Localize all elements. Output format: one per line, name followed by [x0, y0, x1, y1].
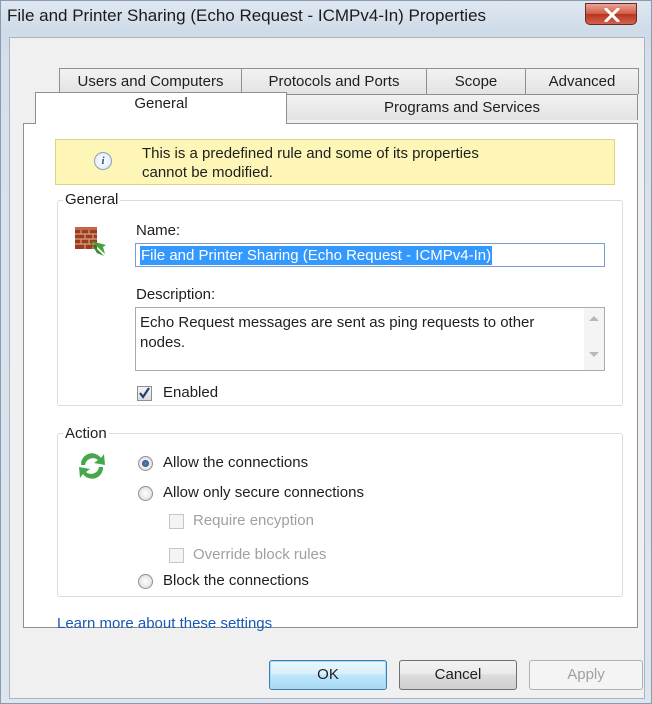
properties-dialog: File and Printer Sharing (Echo Request -…	[0, 0, 652, 704]
block-connections-radio[interactable]	[138, 574, 153, 589]
tab-label: Users and Computers	[77, 73, 224, 90]
description-scrollbar[interactable]	[584, 308, 604, 370]
firewall-icon	[75, 227, 106, 256]
allow-connections-radio[interactable]	[138, 456, 153, 471]
tab-label: General	[134, 95, 188, 112]
action-group-label: Action	[63, 425, 109, 442]
infobar-line-1: This is a predefined rule and some of it…	[142, 145, 479, 162]
tab-advanced[interactable]: Advanced	[525, 68, 639, 94]
allow-connections-label: Allow the connections	[163, 454, 309, 471]
predefined-rule-infobar: i This is a predefined rule and some of …	[55, 139, 615, 185]
description-line-1: Echo Request messages are sent as ping r…	[140, 314, 535, 331]
learn-more-link[interactable]: Learn more about these settings	[57, 615, 272, 632]
tab-label: Scope	[454, 73, 498, 90]
tab-users-and-computers[interactable]: Users and Computers	[59, 68, 242, 94]
override-block-rules-label: Override block rules	[193, 546, 327, 563]
infobar-line-2: cannot be modified.	[142, 164, 273, 181]
tab-label: Advanced	[548, 73, 616, 90]
infobar-text: This is a predefined rule and some of it…	[142, 144, 602, 182]
checkmark-icon	[139, 387, 150, 399]
tab-label: Programs and Services	[384, 99, 540, 116]
general-group-label: General	[63, 191, 121, 208]
tab-programs-and-services[interactable]: Programs and Services	[286, 94, 638, 120]
ok-button[interactable]: OK	[269, 660, 387, 690]
radio-selected-dot	[142, 460, 149, 467]
title-bar[interactable]: File and Printer Sharing (Echo Request -…	[1, 1, 652, 37]
name-field[interactable]: File and Printer Sharing (Echo Request -…	[135, 243, 605, 267]
name-field-value: File and Printer Sharing (Echo Request -…	[140, 246, 493, 265]
description-text: Echo Request messages are sent as ping r…	[140, 313, 570, 353]
close-icon	[604, 8, 620, 22]
cancel-button[interactable]: Cancel	[399, 660, 517, 690]
block-connections-label: Block the connections	[163, 572, 309, 589]
close-button[interactable]	[585, 3, 637, 25]
info-icon: i	[94, 152, 112, 170]
tab-label: Protocols and Ports	[268, 73, 400, 90]
enabled-checkbox[interactable]	[137, 386, 152, 401]
action-refresh-icon	[79, 453, 105, 479]
apply-button[interactable]: Apply	[529, 660, 643, 690]
window-title: File and Printer Sharing (Echo Request -…	[7, 6, 487, 25]
tab-protocols-and-ports[interactable]: Protocols and Ports	[241, 68, 427, 94]
description-label: Description:	[136, 286, 216, 303]
description-field[interactable]: Echo Request messages are sent as ping r…	[135, 307, 605, 371]
tab-general[interactable]: General	[35, 92, 287, 124]
name-label: Name:	[136, 222, 180, 239]
description-line-2: nodes.	[140, 334, 186, 351]
scroll-up-icon[interactable]	[589, 316, 599, 321]
require-encryption-label: Require encyption	[193, 512, 314, 529]
enabled-label: Enabled	[163, 384, 219, 401]
scroll-down-icon[interactable]	[589, 352, 599, 357]
override-block-rules-checkbox[interactable]	[169, 548, 184, 563]
allow-secure-label: Allow only secure connections	[163, 484, 364, 501]
require-encryption-checkbox[interactable]	[169, 514, 184, 529]
tab-scope[interactable]: Scope	[426, 68, 526, 94]
name-label-text: Name:	[136, 222, 181, 239]
allow-secure-radio[interactable]	[138, 486, 153, 501]
